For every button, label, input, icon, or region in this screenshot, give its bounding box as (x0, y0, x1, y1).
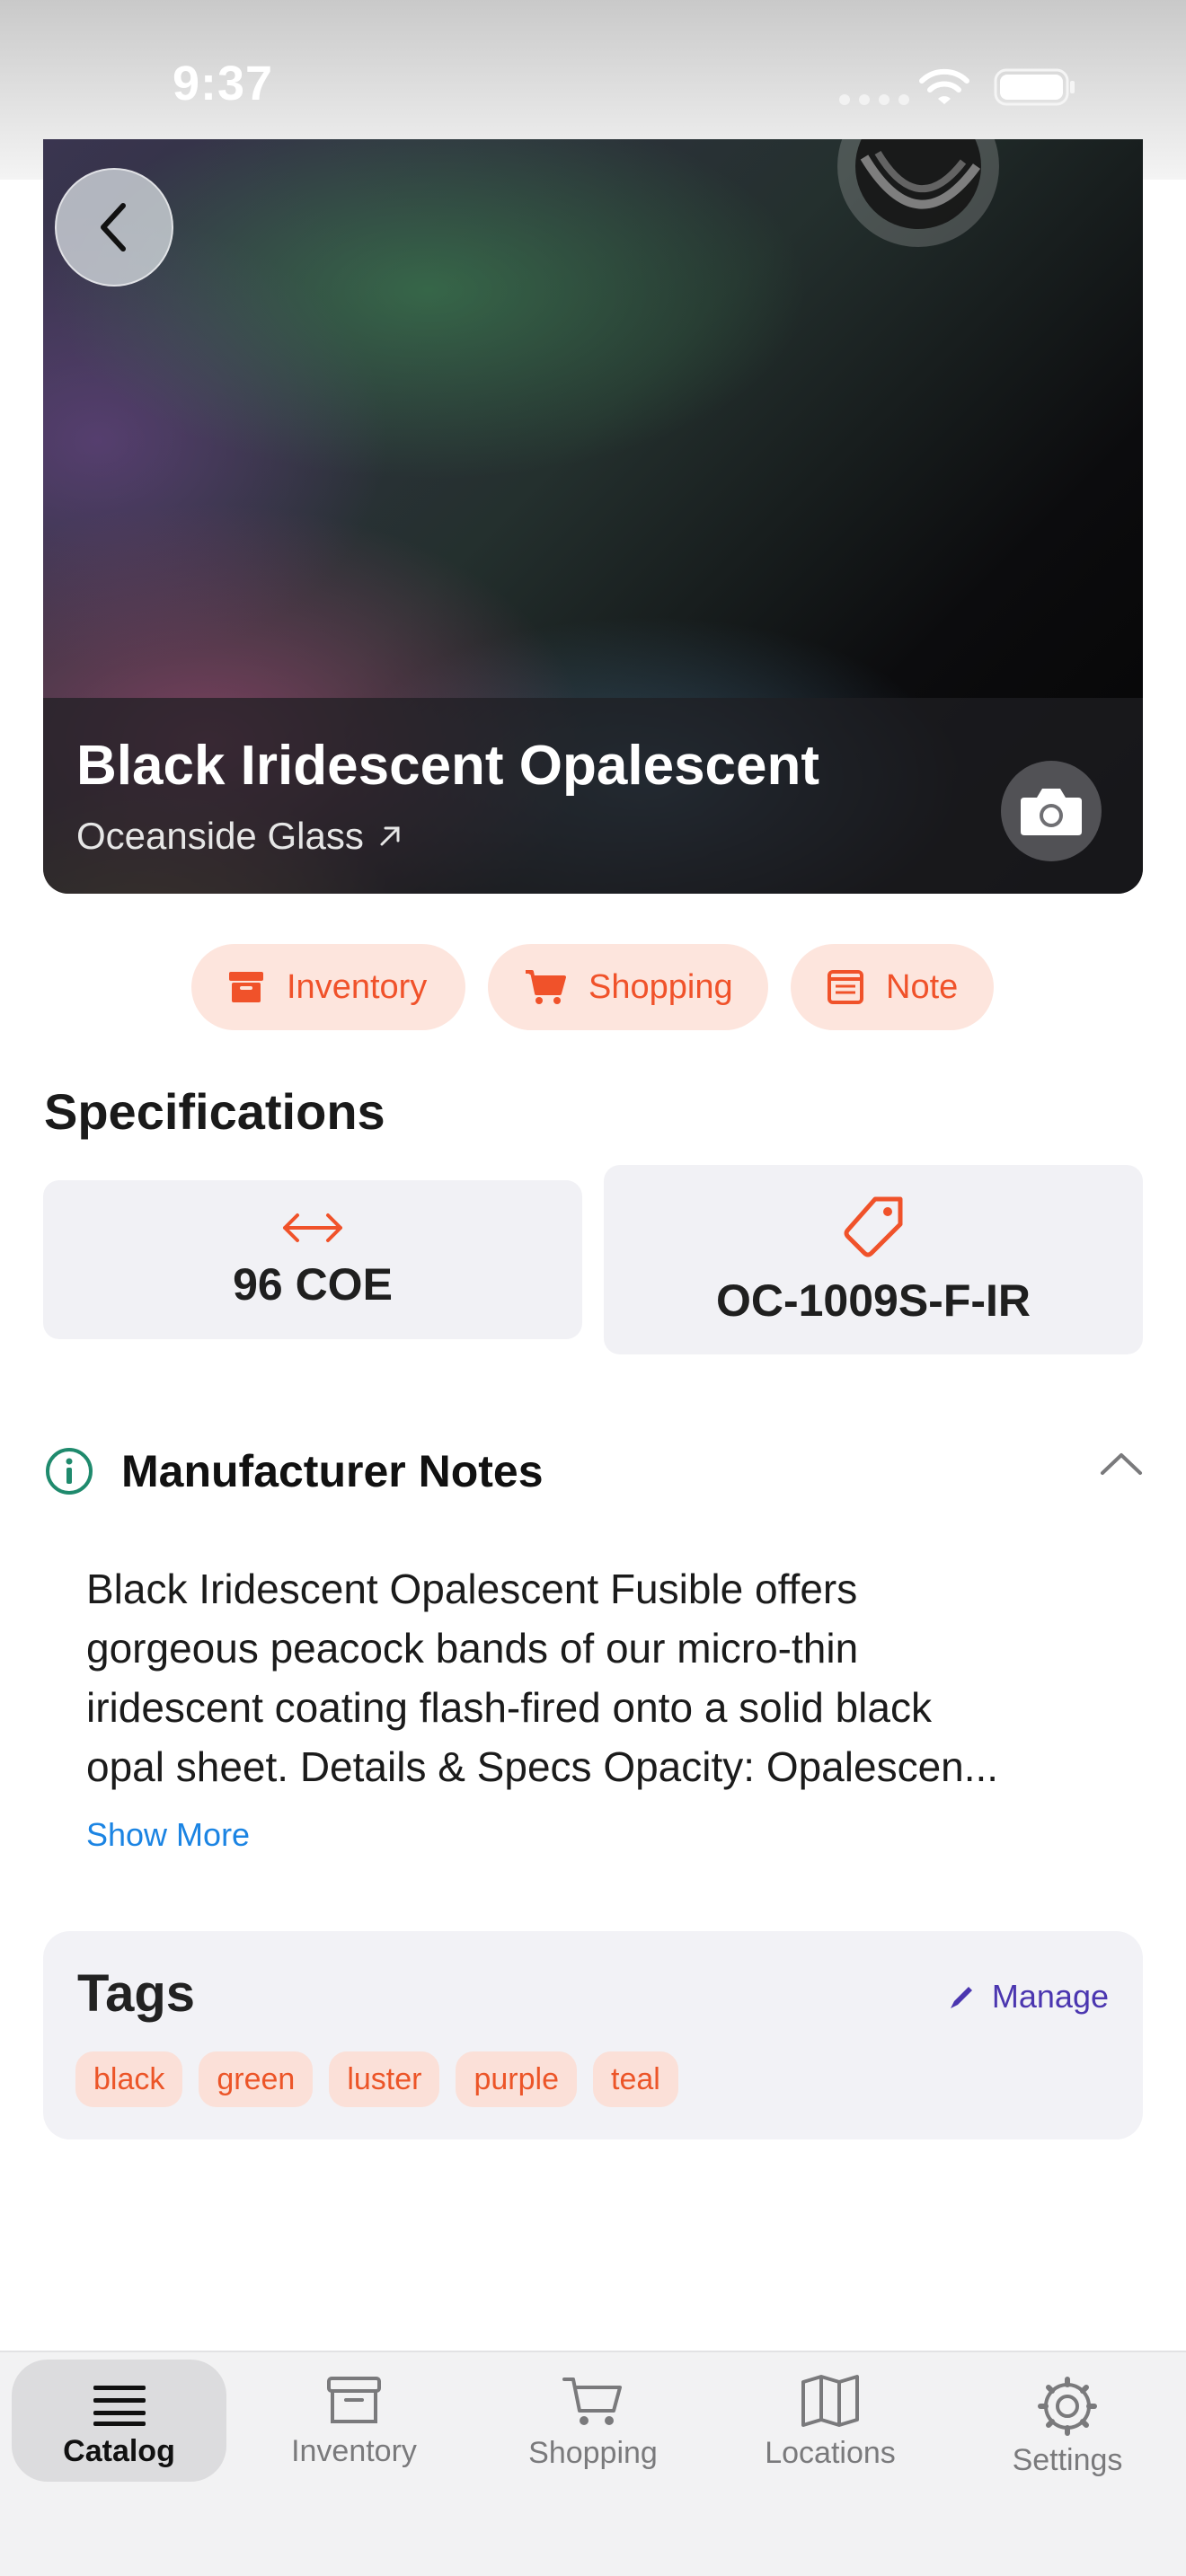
tab-locations[interactable]: Locations (722, 2360, 938, 2482)
coe-spec-card: 96 COE (43, 1180, 582, 1339)
manage-tags-button[interactable]: Manage (947, 1978, 1109, 2016)
shopping-chip-label: Shopping (589, 967, 733, 1006)
note-icon (827, 968, 864, 1006)
add-to-inventory-button[interactable]: Inventory (191, 944, 465, 1030)
notes-line: gorgeous peacock bands of our micro-thin (86, 1625, 859, 1672)
note-chip-label: Note (886, 967, 959, 1006)
archive-box-icon (227, 968, 265, 1006)
tag-chip[interactable]: black (75, 2051, 183, 2107)
camera-button[interactable] (1001, 761, 1102, 861)
camera-icon (1021, 789, 1082, 835)
tab-bar: Catalog Inventory Shopping Locations Set… (0, 2351, 1186, 2576)
add-to-shopping-button[interactable]: Shopping (488, 944, 768, 1030)
specifications-heading: Specifications (44, 1083, 385, 1140)
tab-inventory[interactable]: Inventory (246, 2360, 462, 2482)
add-note-button[interactable]: Note (791, 944, 994, 1030)
sku-spec-card: OC-1009S-F-IR (604, 1165, 1143, 1354)
product-hero-image: Black Iridescent Opalescent Oceanside Gl… (43, 139, 1143, 894)
tags-title: Tags (77, 1964, 196, 2023)
back-button[interactable] (55, 168, 173, 287)
notes-line: opal sheet. Details & Specs Opacity: Opa… (86, 1743, 999, 1790)
tab-settings[interactable]: Settings (960, 2360, 1175, 2489)
cart-icon (562, 2375, 624, 2429)
inventory-chip-label: Inventory (287, 967, 428, 1006)
tab-label: Locations (765, 2436, 896, 2470)
show-more-link[interactable]: Show More (86, 1816, 250, 1854)
arrows-horizontal-icon (283, 1213, 342, 1242)
coe-value: 96 COE (233, 1258, 393, 1310)
archive-box-icon (326, 2375, 382, 2427)
notes-line: Black Iridescent Opalescent Fusible offe… (86, 1566, 858, 1612)
list-icon (92, 2382, 147, 2427)
action-chips: Inventory Shopping Note (0, 944, 1186, 1030)
tab-label: Inventory (291, 2434, 417, 2468)
cart-icon (524, 968, 567, 1006)
manufacturer-link[interactable]: Oceanside Glass (76, 815, 403, 858)
tags-card: Tags Manage black green luster purple te… (43, 1931, 1143, 2139)
info-icon (46, 1448, 93, 1495)
manufacturer-notes-header[interactable]: Manufacturer Notes (44, 1442, 1144, 1500)
manufacturer-name: Oceanside Glass (76, 815, 364, 857)
map-icon (800, 2373, 861, 2429)
manufacturer-notes-text: Black Iridescent Opalescent Fusible offe… (86, 1559, 1111, 1796)
manufacturer-notes-title: Manufacturer Notes (121, 1446, 544, 1496)
status-time: 9:37 (173, 57, 274, 110)
tag-chip[interactable]: luster (329, 2051, 440, 2107)
tab-shopping[interactable]: Shopping (485, 2360, 701, 2482)
cellular-signal-icon (839, 93, 918, 110)
notes-line: iridescent coating flash-fired onto a so… (86, 1684, 932, 1731)
tab-label: Shopping (528, 2436, 658, 2470)
gear-icon (1038, 2377, 1097, 2436)
brand-logo-icon (837, 139, 999, 247)
chevron-left-icon (101, 203, 126, 251)
tab-label: Catalog (63, 2434, 175, 2468)
tag-icon (844, 1196, 903, 1257)
tab-label: Settings (1012, 2443, 1123, 2477)
manage-label: Manage (991, 1978, 1109, 2015)
battery-icon (994, 68, 1075, 106)
wifi-icon (919, 68, 969, 104)
hero-caption: Black Iridescent Opalescent Oceanside Gl… (43, 698, 1143, 894)
external-link-arrow-icon (376, 823, 403, 850)
tag-chip[interactable]: teal (593, 2051, 678, 2107)
pencil-icon (950, 1987, 972, 2008)
chevron-up-icon[interactable] (1099, 1450, 1144, 1477)
tag-list: black green luster purple teal (75, 2051, 678, 2107)
sku-value: OC-1009S-F-IR (715, 1275, 1031, 1326)
tag-chip[interactable]: purple (456, 2051, 577, 2107)
product-title: Black Iridescent Opalescent (76, 735, 820, 797)
tab-catalog[interactable]: Catalog (12, 2360, 226, 2482)
tag-chip[interactable]: green (199, 2051, 314, 2107)
